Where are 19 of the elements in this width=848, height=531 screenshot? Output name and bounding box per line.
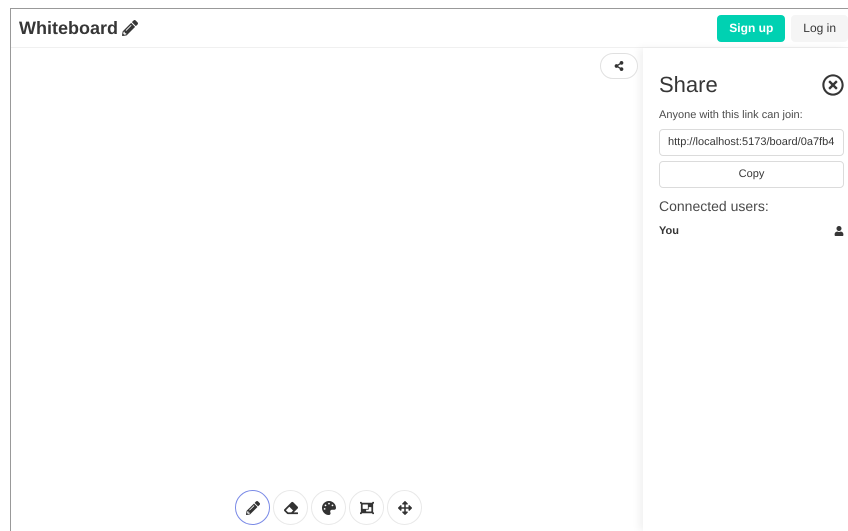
pencil-icon[interactable] [122, 20, 138, 36]
users-heading: Connected users: [659, 196, 770, 216]
copy-button[interactable]: Copy [659, 160, 844, 188]
log-in-button[interactable]: Log in [791, 14, 848, 42]
user-icon [834, 226, 844, 236]
user-name: You [659, 224, 679, 238]
pencil-icon [246, 500, 260, 514]
eraser-icon [284, 500, 298, 514]
tool-button[interactable] [235, 490, 270, 525]
palette-icon [322, 500, 336, 514]
link-label: Anyone with this link can join: [659, 108, 804, 123]
frame-icon [360, 500, 374, 514]
board-title: Whiteboard [19, 16, 118, 40]
link-field[interactable]: http://localhost:5173/board/0a7fb4 [659, 128, 844, 156]
close-icon[interactable] [822, 74, 844, 96]
panel-title: Share [659, 71, 718, 99]
share-icon [614, 61, 624, 71]
move-icon [398, 500, 412, 514]
share-button[interactable] [600, 53, 638, 79]
